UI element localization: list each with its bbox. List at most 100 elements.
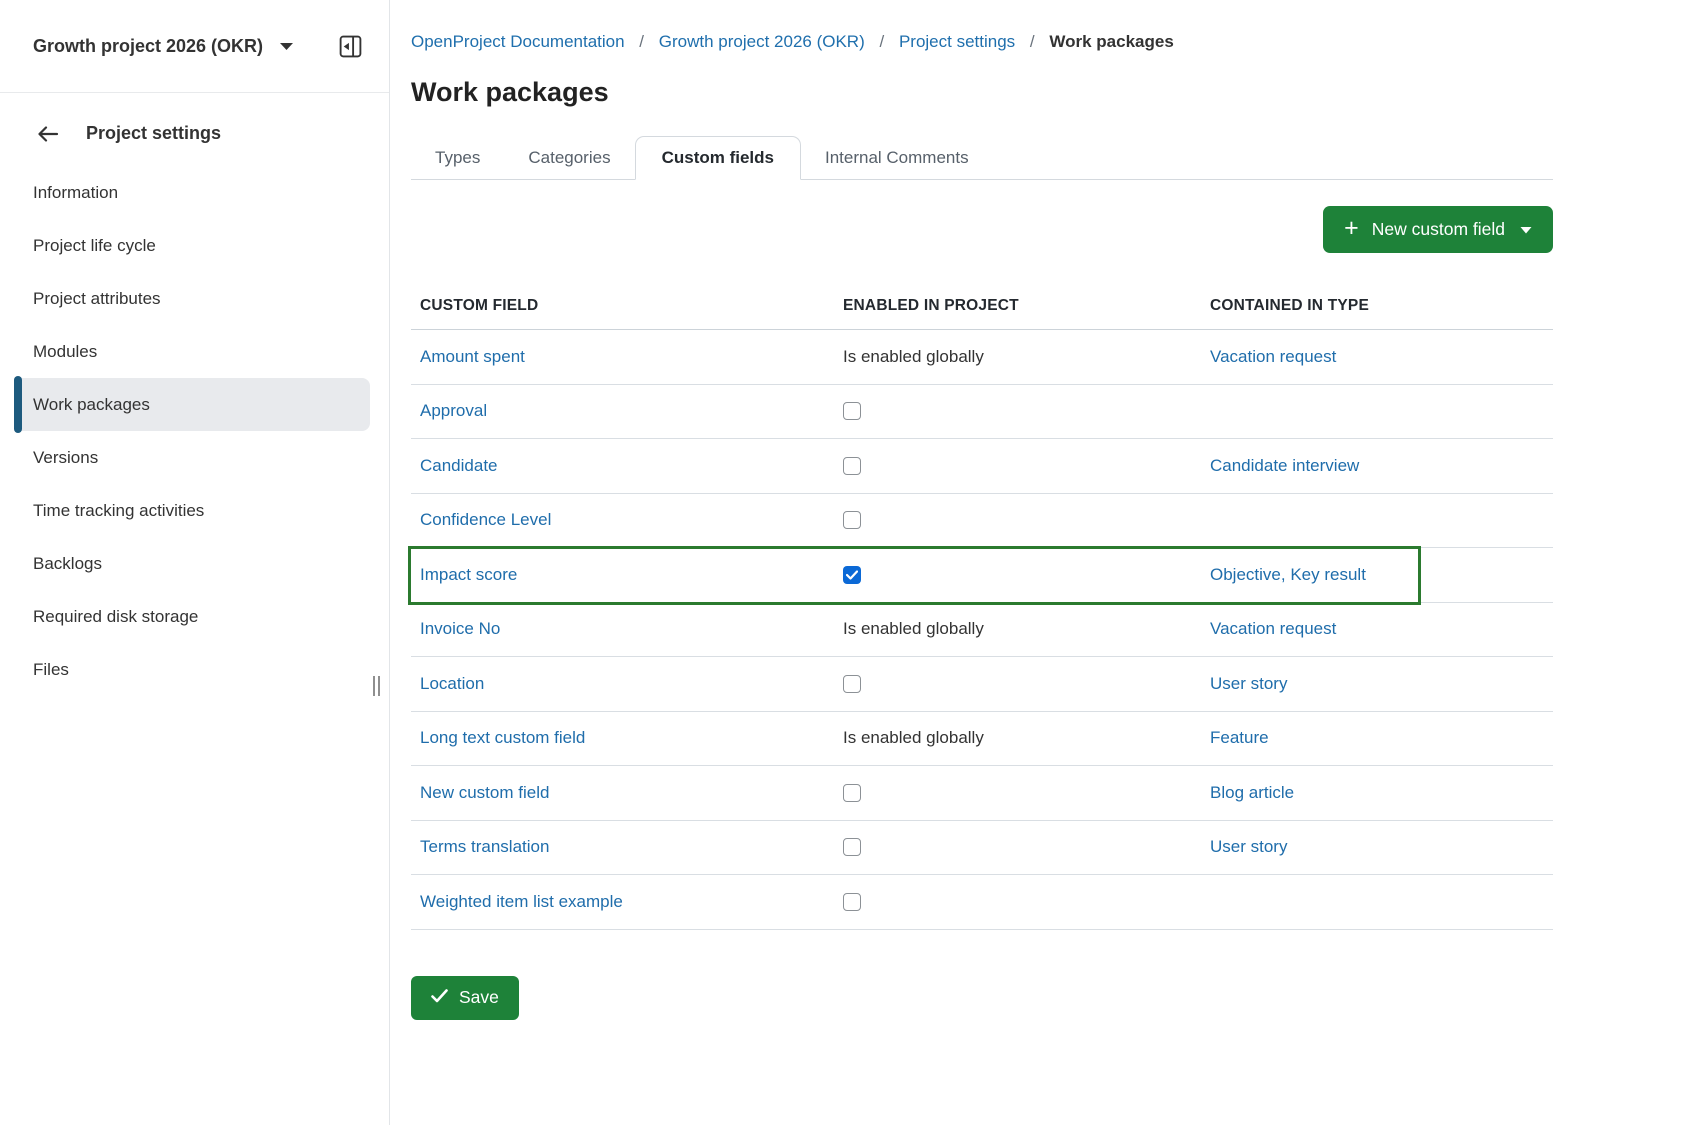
contained-type-link[interactable]: Candidate interview: [1210, 456, 1359, 475]
back-arrow-icon[interactable]: [36, 124, 60, 144]
sidebar-resize-handle[interactable]: [373, 676, 380, 696]
table-body: Amount spent Is enabled globally Vacation …: [411, 330, 1553, 930]
page-title: Work packages: [411, 77, 1553, 108]
custom-field-link[interactable]: Location: [420, 674, 484, 693]
breadcrumb-link[interactable]: OpenProject Documentation: [411, 32, 625, 51]
breadcrumb: OpenProject Documentation / Growth proje…: [411, 0, 1553, 52]
type-separator: ,: [1281, 565, 1290, 584]
table-row: Invoice No Is enabled globally Vacation re…: [411, 603, 1553, 658]
enabled-checkbox[interactable]: [843, 838, 861, 856]
contained-type-link[interactable]: User story: [1210, 674, 1287, 693]
sidebar-item-required-disk-storage[interactable]: Required disk storage: [0, 590, 389, 643]
sidebar-item-project-life-cycle[interactable]: Project life cycle: [0, 219, 389, 272]
custom-field-link[interactable]: Invoice No: [420, 619, 500, 638]
save-button[interactable]: Save: [411, 976, 519, 1020]
settings-back-row: Project settings: [0, 123, 389, 144]
sidebar-item-label: Work packages: [33, 395, 150, 415]
sidebar-item-modules[interactable]: Modules: [0, 325, 389, 378]
custom-field-link[interactable]: New custom field: [420, 783, 549, 802]
breadcrumb-link[interactable]: Growth project 2026 (OKR): [659, 32, 865, 51]
sidebar-item-label: Files: [33, 660, 69, 680]
table-row: Impact score Objective, Key result: [411, 548, 1553, 603]
sidebar-divider: [0, 92, 389, 93]
sidebar-item-files[interactable]: Files: [0, 643, 389, 696]
table-row: Amount spent Is enabled globally Vacation …: [411, 330, 1553, 385]
custom-field-link[interactable]: Long text custom field: [420, 728, 585, 747]
sidebar-item-label: Information: [33, 183, 118, 203]
table-row: Location User story: [411, 657, 1553, 712]
enabled-globally-text: Is enabled globally: [843, 619, 984, 638]
contained-type-link[interactable]: Key result: [1290, 565, 1366, 584]
custom-field-link[interactable]: Approval: [420, 401, 487, 420]
breadcrumb-separator: /: [879, 32, 884, 51]
chevron-down-icon: [1520, 226, 1532, 234]
settings-menu: Information Project life cycle Project att…: [0, 166, 389, 696]
tab-categories[interactable]: Categories: [504, 137, 634, 179]
breadcrumb-separator: /: [639, 32, 644, 51]
table-header-row: CUSTOM FIELD ENABLED IN PROJECT CONTAINE…: [411, 275, 1553, 330]
collapse-sidebar-icon[interactable]: [338, 34, 363, 59]
enabled-checkbox[interactable]: [843, 511, 861, 529]
enabled-checkbox-checked[interactable]: [843, 566, 861, 584]
custom-field-link[interactable]: Weighted item list example: [420, 892, 623, 911]
enabled-checkbox[interactable]: [843, 675, 861, 693]
sidebar-item-label: Project life cycle: [33, 236, 156, 256]
sidebar-item-project-attributes[interactable]: Project attributes: [0, 272, 389, 325]
chevron-down-icon: [279, 41, 294, 51]
sidebar-item-label: Required disk storage: [33, 607, 198, 627]
breadcrumb-link[interactable]: Project settings: [899, 32, 1015, 51]
new-custom-field-button[interactable]: + New custom field: [1323, 206, 1553, 253]
contained-type-link[interactable]: Feature: [1210, 728, 1269, 747]
sidebar-item-work-packages[interactable]: Work packages: [14, 378, 370, 431]
table-row: Weighted item list example: [411, 875, 1553, 930]
contained-type-link[interactable]: Vacation request: [1210, 619, 1336, 638]
new-custom-field-label: New custom field: [1372, 219, 1505, 240]
enabled-globally-text: Is enabled globally: [843, 347, 984, 366]
enabled-checkbox[interactable]: [843, 893, 861, 911]
table-row: New custom field Blog article: [411, 766, 1553, 821]
sidebar-item-backlogs[interactable]: Backlogs: [0, 537, 389, 590]
column-header-enabled-in-project: ENABLED IN PROJECT: [843, 297, 1210, 315]
enabled-checkbox[interactable]: [843, 784, 861, 802]
save-label: Save: [459, 987, 499, 1008]
sidebar-item-information[interactable]: Information: [0, 166, 389, 219]
main-area: OpenProject Documentation / Growth proje…: [391, 0, 1689, 1020]
enabled-globally-text: Is enabled globally: [843, 728, 984, 747]
table-row: Candidate Candidate interview: [411, 439, 1553, 494]
toolbar: + New custom field: [411, 206, 1553, 253]
table-row: Terms translation User story: [411, 821, 1553, 876]
contained-type-link[interactable]: Blog article: [1210, 783, 1294, 802]
sidebar: Growth project 2026 (OKR) Project settin…: [0, 0, 390, 1125]
sidebar-item-versions[interactable]: Versions: [0, 431, 389, 484]
project-switcher[interactable]: Growth project 2026 (OKR): [0, 0, 389, 92]
plus-icon: +: [1344, 216, 1359, 241]
table-row: Approval: [411, 385, 1553, 440]
custom-field-link[interactable]: Amount spent: [420, 347, 525, 366]
settings-heading: Project settings: [86, 123, 221, 144]
table-row: Long text custom field Is enabled globall…: [411, 712, 1553, 767]
contained-type-link[interactable]: Vacation request: [1210, 347, 1336, 366]
contained-type-link[interactable]: User story: [1210, 837, 1287, 856]
tab-types[interactable]: Types: [411, 137, 504, 179]
sidebar-item-label: Time tracking activities: [33, 501, 204, 521]
custom-field-link[interactable]: Impact score: [420, 565, 517, 584]
column-header-contained-in-type: CONTAINED IN TYPE: [1210, 297, 1553, 315]
tab-bar: TypesCategoriesCustom fieldsInternal Com…: [411, 130, 1553, 180]
contained-type-link[interactable]: Objective: [1210, 565, 1281, 584]
enabled-checkbox[interactable]: [843, 457, 861, 475]
tab-internal-comments[interactable]: Internal Comments: [801, 137, 993, 179]
custom-field-link[interactable]: Terms translation: [420, 837, 549, 856]
custom-field-link[interactable]: Confidence Level: [420, 510, 551, 529]
sidebar-item-label: Project attributes: [33, 289, 161, 309]
enabled-checkbox[interactable]: [843, 402, 861, 420]
breadcrumb-separator: /: [1030, 32, 1035, 51]
active-item-accent-bar: [14, 376, 22, 433]
custom-field-link[interactable]: Candidate: [420, 456, 498, 475]
project-name: Growth project 2026 (OKR): [33, 36, 263, 57]
sidebar-item-label: Modules: [33, 342, 97, 362]
custom-fields-table: CUSTOM FIELD ENABLED IN PROJECT CONTAINE…: [411, 275, 1553, 930]
check-icon: [431, 987, 448, 1008]
sidebar-item-time-tracking-activities[interactable]: Time tracking activities: [0, 484, 389, 537]
tab-custom-fields[interactable]: Custom fields: [635, 136, 801, 180]
column-header-custom-field: CUSTOM FIELD: [411, 297, 843, 315]
